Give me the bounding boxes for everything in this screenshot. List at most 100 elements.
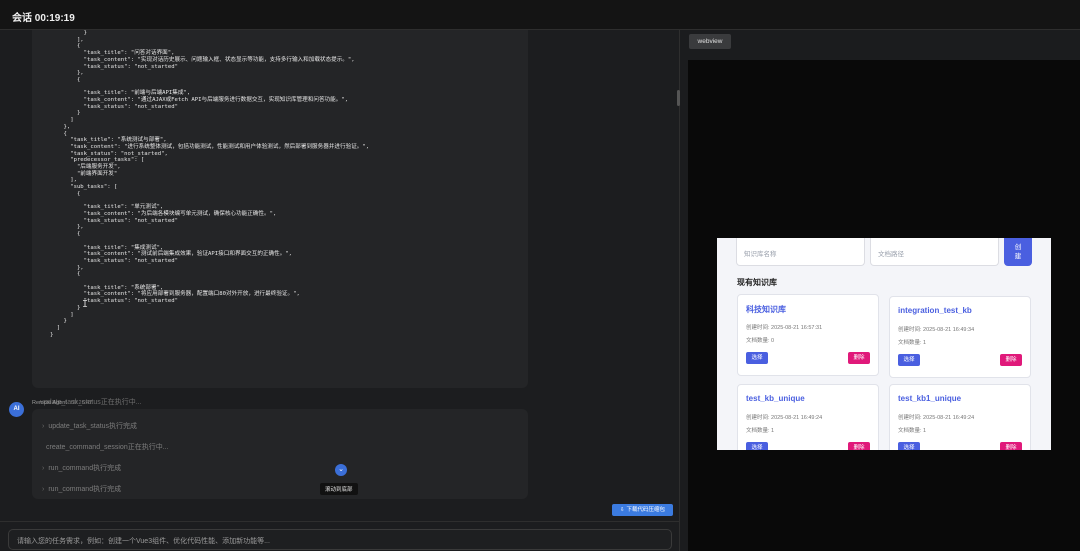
kb-card[interactable]: 科技知识库 创建时间: 2025-08-21 16:57:31 文档数量: 0 … (737, 294, 879, 376)
delete-button[interactable]: 删除 (1000, 354, 1022, 366)
kb-card-docs: 文档数量: 0 (746, 338, 775, 344)
code-line: } (50, 331, 54, 338)
chevron-right-icon: › (42, 423, 45, 430)
code-line: "task_status": "not_started", (50, 150, 168, 157)
code-line: "前端界面开发" (50, 170, 118, 177)
chat-panel: } ], { "task_title": "问答对话界面", "task_con… (0, 30, 680, 551)
kb-card-docs: 文档数量: 1 (898, 428, 927, 434)
existing-kb-heading: 现有知识库 (737, 278, 777, 287)
code-line: "task_content": "为后端各模块编写单元测试，确保核心功能正确性。… (50, 210, 277, 217)
scroll-to-bottom-button[interactable]: ⌄ (335, 464, 347, 476)
knowledge-base-page: 知识库名称 文档路径 创建 现有知识库 科技知识库 创建时间: 2025-08-… (717, 238, 1051, 450)
code-line: { (50, 190, 81, 197)
code-line: } (50, 30, 88, 36)
code-line: }, (50, 70, 84, 77)
session-title: 会话 00:19:19 (12, 13, 75, 24)
code-line: "task_content": "将应用部署到服务器，配置端口80对外开放，进行… (50, 291, 300, 298)
code-line: "task_content": "进行系统整体测试，包括功能测试，性能测试和用户… (50, 143, 370, 150)
log-item[interactable]: › run_command执行完成 (42, 484, 121, 494)
code-line: "task_status": "not_started" (50, 63, 178, 70)
kb-card-name: test_kb1_unique (898, 394, 962, 403)
log-text: run_command执行完成 (48, 465, 122, 472)
kb-card[interactable]: test_kb1_unique 创建时间: 2025-08-21 16:49:2… (889, 384, 1031, 450)
kb-name-input[interactable]: 知识库名称 (736, 238, 865, 266)
code-line: "后端服务开发", (50, 164, 121, 171)
preview-panel: webview 知识库名称 文档路径 创建 现有知识库 科技知识库 创建时间: … (681, 30, 1080, 551)
log-item[interactable]: › run_command执行完成 (42, 463, 121, 473)
code-line: }, (50, 224, 84, 231)
select-button[interactable]: 选择 (746, 352, 768, 364)
code-line: } (50, 304, 81, 311)
agent-avatar: AI (9, 402, 24, 417)
divider (0, 521, 680, 522)
code-line: "task_content": "通过AJAX或Fetch API与后端服务进行… (50, 97, 349, 104)
code-line: { (50, 76, 81, 83)
delete-button[interactable]: 删除 (848, 352, 870, 364)
code-line: "task_content": "实现对话历史展示、问题输入框、状态显示等功能，… (50, 56, 355, 63)
arrow-down-icon: ⌄ (338, 466, 344, 473)
agent-header: Remote Agent 00:26:47 (32, 400, 92, 406)
kb-card-created: 创建时间: 2025-08-21 16:49:34 (898, 327, 975, 333)
kb-card-name: integration_test_kb (898, 306, 972, 315)
code-line: ], (50, 36, 84, 43)
code-output-card: } ], { "task_title": "问答对话界面", "task_con… (32, 30, 528, 388)
webview-viewport: 知识库名称 文档路径 创建 现有知识库 科技知识库 创建时间: 2025-08-… (688, 60, 1080, 551)
create-label: 创 (1014, 244, 1022, 251)
kb-card[interactable]: integration_test_kb 创建时间: 2025-08-21 16:… (889, 296, 1031, 378)
code-line: "predecessor_tasks": [ (50, 157, 145, 164)
code-line: ] (50, 311, 74, 318)
scroll-to-bottom-tooltip: 滚动到底部 (320, 483, 358, 495)
task-input[interactable]: 请输入您的任务需求，例如：创建一个Vue3组件、优化代码性能、添加新功能等... (8, 529, 672, 550)
agent-name: Remote Agent (32, 400, 67, 406)
code-line: "sub_tasks": [ (50, 184, 118, 191)
log-text: create_command_session正在执行中... (46, 444, 169, 451)
code-line: "task_content": "测试前后端集成效果，验证API接口和界面交互的… (50, 251, 293, 258)
kb-card[interactable]: test_kb_unique 创建时间: 2025-08-21 16:49:24… (737, 384, 879, 450)
code-line: } (50, 318, 67, 325)
select-button[interactable]: 选择 (746, 442, 768, 450)
kb-card-name: 科技知识库 (746, 305, 786, 314)
kb-card-created: 创建时间: 2025-08-21 16:49:24 (746, 415, 823, 421)
agent-message-card: › update_task_status执行完成 create_command_s… (32, 409, 528, 499)
kb-card-name: test_kb_unique (746, 394, 805, 403)
code-line: { (50, 231, 81, 238)
code-line: }, (50, 123, 71, 130)
download-label: 下载代码压缩包 (626, 507, 666, 513)
log-item: create_command_session正在执行中... (42, 442, 169, 452)
kb-card-docs: 文档数量: 1 (898, 340, 927, 346)
log-text: run_command执行完成 (48, 486, 122, 493)
text-cursor-icon: I (82, 299, 89, 310)
chevron-right-icon: › (42, 486, 45, 493)
code-line: "task_status": "not_started" (50, 217, 178, 224)
code-line: "task_status": "not_started" (50, 298, 178, 305)
download-icon: ⇩ (619, 507, 625, 513)
create-label: 建 (1014, 253, 1022, 260)
code-line: { (50, 271, 81, 278)
delete-button[interactable]: 删除 (1000, 442, 1022, 450)
delete-button[interactable]: 删除 (848, 442, 870, 450)
code-line: } (50, 110, 81, 117)
title-bar: 会话 00:19:19 (0, 0, 1080, 30)
select-button[interactable]: 选择 (898, 354, 920, 366)
tab-webview[interactable]: webview (689, 34, 731, 49)
code-line: "task_status": "not_started" (50, 257, 178, 264)
kb-card-created: 创建时间: 2025-08-21 16:49:24 (898, 415, 975, 421)
code-line: ] (50, 324, 61, 331)
code-line: "task_status": "not_started" (50, 103, 178, 110)
log-text: update_task_status执行完成 (48, 423, 138, 430)
select-button[interactable]: 选择 (898, 442, 920, 450)
create-kb-button[interactable]: 创建 (1004, 238, 1032, 266)
scrollbar-thumb[interactable] (677, 90, 680, 106)
code-line: ], (50, 177, 77, 184)
kb-card-created: 创建时间: 2025-08-21 16:57:31 (746, 325, 823, 331)
download-code-button[interactable]: ⇩ 下载代码压缩包 (612, 504, 673, 516)
code-line: "task_title": "单元测试", (50, 204, 164, 211)
log-item[interactable]: › update_task_status执行完成 (42, 421, 137, 431)
code-line: }, (50, 264, 84, 271)
chevron-right-icon: › (42, 465, 45, 472)
code-line: "task_title": "系统测试与部署", (50, 137, 167, 144)
doc-path-input[interactable]: 文档路径 (870, 238, 999, 266)
agent-time: 00:26:47 (70, 400, 93, 406)
